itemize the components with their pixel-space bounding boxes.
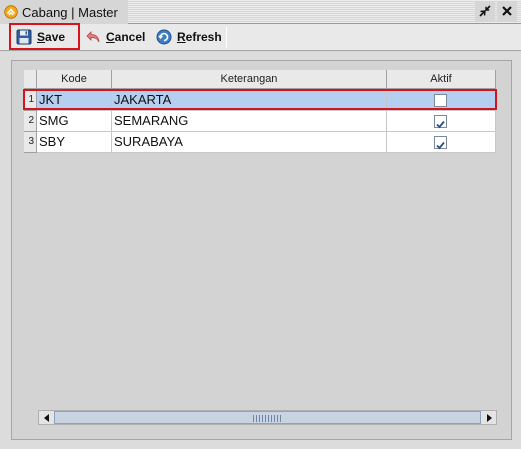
checkmark-icon (436, 141, 445, 150)
refresh-label: Refresh (177, 30, 222, 44)
restore-window-icon (478, 4, 492, 21)
table-row[interactable]: 2 SMG SEMARANG (24, 111, 496, 132)
cell-keterangan[interactable]: SEMARANG (112, 111, 387, 132)
refresh-button[interactable]: Refresh (152, 26, 222, 48)
aktif-checkbox[interactable] (434, 115, 447, 129)
row-number: 3 (24, 132, 37, 153)
arrow-left-icon (43, 413, 49, 422)
scroll-right-button[interactable] (481, 411, 496, 424)
cell-aktif[interactable] (387, 90, 496, 111)
cell-keterangan[interactable]: SURABAYA (112, 132, 387, 153)
column-header-aktif[interactable]: Aktif (387, 70, 496, 89)
save-label: Save (37, 30, 66, 44)
scroll-left-button[interactable] (39, 411, 54, 424)
horizontal-scrollbar[interactable] (38, 410, 497, 425)
cell-aktif[interactable] (387, 111, 496, 132)
window-title: Cabang | Master (22, 5, 118, 20)
scroll-thumb[interactable] (54, 411, 481, 424)
toolbar-separator (78, 27, 79, 48)
title-bar: Cabang | Master (0, 0, 521, 24)
close-window-button[interactable] (497, 2, 517, 22)
row-number: 2 (24, 111, 37, 132)
floppy-disk-icon (16, 29, 32, 45)
checkmark-icon (436, 120, 445, 129)
cell-kode[interactable]: JKT (37, 90, 112, 111)
scroll-grip (252, 415, 283, 422)
restore-window-button[interactable] (475, 2, 495, 22)
row-number: 1 (24, 90, 37, 111)
cancel-button[interactable]: Cancel (81, 26, 145, 48)
save-button[interactable]: Save (12, 26, 65, 48)
app-logo-icon (4, 5, 18, 19)
cell-keterangan[interactable]: JAKARTA (112, 90, 387, 111)
close-icon (501, 5, 513, 20)
cell-kode[interactable]: SBY (37, 132, 112, 153)
toolbar: Save Cancel Refresh (0, 24, 521, 51)
table-row[interactable]: 1 JKT JAKARTA (24, 90, 496, 111)
aktif-checkbox[interactable] (434, 136, 447, 150)
cell-aktif[interactable] (387, 132, 496, 153)
row-header-corner (24, 70, 37, 89)
undo-arrow-icon (85, 29, 101, 45)
refresh-icon (156, 29, 172, 45)
aktif-checkbox[interactable] (434, 94, 447, 107)
cancel-label: Cancel (106, 30, 146, 44)
table-row[interactable]: 3 SBY SURABAYA (24, 132, 496, 153)
cell-kode[interactable]: SMG (37, 111, 112, 132)
toolbar-separator (226, 27, 227, 48)
column-header-kode[interactable]: Kode (37, 70, 112, 89)
column-header-keterangan[interactable]: Keterangan (112, 70, 387, 89)
arrow-right-icon (486, 413, 492, 422)
